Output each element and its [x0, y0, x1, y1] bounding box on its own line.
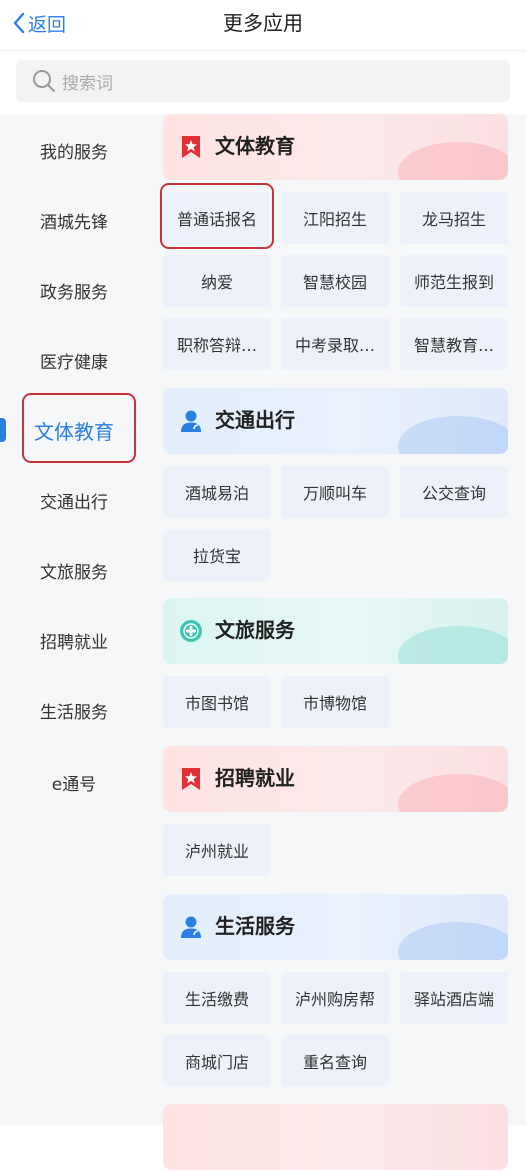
app-tile[interactable]: 市图书馆 — [163, 676, 271, 728]
app-tile[interactable]: 驿站酒店端 — [400, 972, 508, 1024]
app-tile[interactable]: 江阳招生 — [281, 192, 389, 244]
section-header-life-services: 生活服务 — [163, 894, 508, 960]
app-tile[interactable]: 中考录取… — [281, 318, 389, 370]
search-placeholder: 搜索词 — [62, 73, 113, 94]
section-header-tourism: 文旅服务 — [163, 598, 508, 664]
sidebar-item-my-services[interactable]: 我的服务 — [0, 138, 148, 163]
app-tile[interactable]: 龙马招生 — [400, 192, 508, 244]
section-title: 交通出行 — [215, 408, 295, 432]
category-sidebar — [0, 114, 150, 1126]
page-title: 更多应用 — [223, 11, 303, 35]
section-title: 生活服务 — [215, 914, 295, 938]
app-tile[interactable]: 师范生报到 — [400, 255, 508, 307]
person-icon — [181, 410, 201, 432]
app-tile[interactable]: 智慧教育… — [400, 318, 508, 370]
section-title: 文旅服务 — [215, 618, 295, 642]
sidebar-item-tourism[interactable]: 文旅服务 — [0, 558, 148, 583]
app-tile[interactable]: 职称答辩… — [163, 318, 271, 370]
section-title: 文体教育 — [215, 134, 295, 158]
section-header-recruitment: 招聘就业 — [163, 746, 508, 812]
app-tile[interactable]: 泸州就业 — [163, 824, 271, 876]
highlight-box-tile — [160, 183, 274, 249]
highlight-box-sidebar — [22, 393, 136, 463]
section-header-next — [163, 1104, 508, 1170]
app-tile[interactable]: 酒城易泊 — [163, 466, 271, 518]
app-tile[interactable]: 智慧校园 — [281, 255, 389, 307]
sidebar-item-jiucheng-pioneer[interactable]: 酒城先锋 — [0, 208, 148, 233]
sidebar-item-e-tong[interactable]: e通号 — [0, 770, 148, 795]
sidebar-item-recruitment[interactable]: 招聘就业 — [0, 628, 148, 653]
app-tile[interactable]: 万顺叫车 — [281, 466, 389, 518]
sidebar-item-life-services[interactable]: 生活服务 — [0, 698, 148, 723]
top-bar: 返回 更多应用 — [0, 0, 526, 51]
plus-circle-icon — [180, 620, 202, 642]
sidebar-item-transport[interactable]: 交通出行 — [0, 488, 148, 513]
app-tile[interactable]: 市博物馆 — [281, 676, 389, 728]
search-input[interactable]: 搜索词 — [16, 60, 510, 102]
section-header-transport: 交通出行 — [163, 388, 508, 454]
app-tile[interactable]: 重名查询 — [281, 1035, 389, 1087]
bookmark-star-icon — [182, 768, 200, 790]
search-icon — [32, 69, 56, 93]
sidebar-item-medical[interactable]: 医疗健康 — [0, 348, 148, 373]
app-tile[interactable]: 生活缴费 — [163, 972, 271, 1024]
sidebar-item-government[interactable]: 政务服务 — [0, 278, 148, 303]
app-tile[interactable]: 纳爱 — [163, 255, 271, 307]
section-header-culture-education: 文体教育 — [163, 114, 508, 180]
app-tile[interactable]: 拉货宝 — [163, 529, 271, 581]
app-tile[interactable]: 公交查询 — [400, 466, 508, 518]
person-icon — [181, 916, 201, 938]
app-tile[interactable]: 商城门店 — [163, 1035, 271, 1087]
app-tile[interactable]: 泸州购房帮 — [281, 972, 389, 1024]
bookmark-star-icon — [182, 136, 200, 158]
section-title: 招聘就业 — [215, 766, 295, 790]
